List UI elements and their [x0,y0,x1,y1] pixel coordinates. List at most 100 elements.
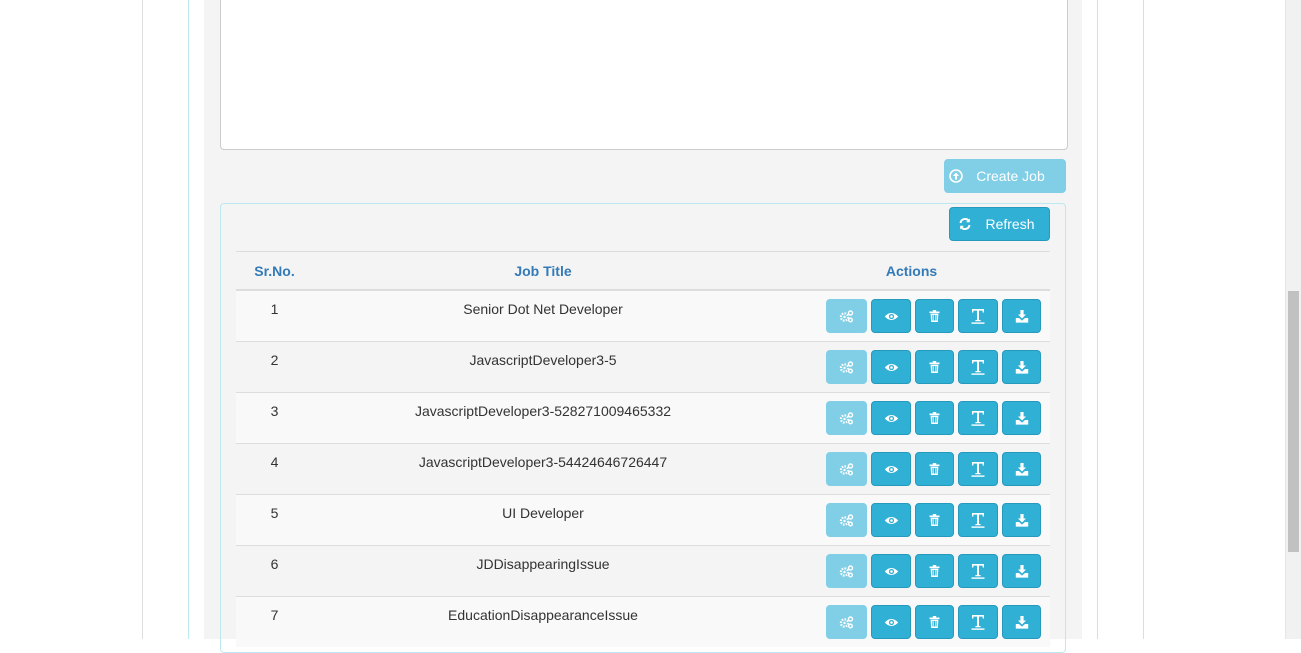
download-icon [1015,564,1029,578]
text-format-button[interactable] [958,350,998,384]
cogs-icon [839,615,854,629]
download-icon [1015,309,1029,323]
cogs-icon [839,513,854,527]
create-job-label: Create Job [976,168,1045,184]
row-srno: 2 [270,352,279,368]
text-icon [971,359,985,375]
trash-icon [929,412,940,424]
view-button[interactable] [871,554,911,588]
configure-button[interactable] [826,299,867,333]
configure-button[interactable] [826,554,867,588]
row-job-title: JavascriptDeveloper3-5 [469,352,617,368]
cogs-icon [839,462,854,476]
column-header-actions: Actions [773,251,1050,291]
download-button[interactable] [1002,503,1041,537]
row-srno: 4 [270,454,279,470]
download-button[interactable] [1002,350,1041,384]
row-job-title: JavascriptDeveloper3-54424646726447 [418,454,668,470]
configure-button[interactable] [826,452,867,486]
view-button[interactable] [871,452,911,486]
cogs-icon [839,309,854,323]
download-icon [1015,411,1029,425]
configure-button[interactable] [826,350,867,384]
text-format-button[interactable] [958,605,998,639]
text-format-button[interactable] [958,554,998,588]
column-header-job-title: Job Title [313,251,773,291]
row-job-title: Senior Dot Net Developer [463,301,623,317]
row-actions [773,444,1050,486]
text-icon [971,512,985,528]
job-description-textarea[interactable] [220,0,1068,150]
view-button[interactable] [871,350,911,384]
trash-icon [929,463,940,475]
download-icon [1015,360,1029,374]
trash-icon [929,361,940,373]
text-format-button[interactable] [958,401,998,435]
row-srno: 6 [270,556,279,572]
trash-icon [929,514,940,526]
delete-button[interactable] [915,503,954,537]
trash-icon [929,310,940,322]
delete-button[interactable] [915,452,954,486]
configure-button[interactable] [826,503,867,537]
upload-circle-icon [949,169,964,183]
refresh-button[interactable]: Refresh [949,207,1050,241]
view-button[interactable] [871,605,911,639]
column-header-srno: Sr.No. [236,251,313,291]
download-button[interactable] [1002,401,1041,435]
table-row: 1 Senior Dot Net Developer [236,289,1050,342]
delete-button[interactable] [915,401,954,435]
row-job-title: EducationDisappearanceIssue [448,607,638,623]
download-button[interactable] [1002,605,1041,639]
eye-icon [884,617,899,628]
view-button[interactable] [871,401,911,435]
configure-button[interactable] [826,605,867,639]
text-icon [971,614,985,630]
table-row: 5 UI Developer [236,494,1050,546]
trash-icon [929,616,940,628]
text-icon [971,461,985,477]
row-actions [773,291,1050,333]
row-job-title: JDDisappearingIssue [476,556,610,572]
view-button[interactable] [871,299,911,333]
row-actions [773,546,1050,588]
row-srno: 1 [270,301,279,317]
cogs-icon [839,360,854,374]
text-format-button[interactable] [958,299,998,333]
delete-button[interactable] [915,554,954,588]
text-icon [971,410,985,426]
delete-button[interactable] [915,350,954,384]
eye-icon [884,362,899,373]
table-row: 2 JavascriptDeveloper3-5 [236,341,1050,393]
table-row: 3 JavascriptDeveloper3-528271009465332 [236,392,1050,444]
table-row: 4 JavascriptDeveloper3-54424646726447 [236,443,1050,495]
cogs-icon [839,564,854,578]
table-header-row: Sr.No. Job Title Actions [236,251,1050,291]
table-row: 6 JDDisappearingIssue [236,545,1050,597]
eye-icon [884,413,899,424]
cogs-icon [839,411,854,425]
download-button[interactable] [1002,554,1041,588]
table-row: 7 EducationDisappearanceIssue [236,596,1050,647]
row-srno: 7 [270,607,279,623]
download-button[interactable] [1002,299,1041,333]
row-srno: 3 [270,403,279,419]
text-icon [971,308,985,324]
create-job-button[interactable]: Create Job [944,159,1066,193]
row-actions [773,495,1050,537]
scrollbar-thumb[interactable] [1288,291,1299,552]
row-actions [773,393,1050,435]
trash-icon [929,565,940,577]
page-scrollbar[interactable] [1285,0,1301,639]
download-button[interactable] [1002,452,1041,486]
eye-icon [884,464,899,475]
text-format-button[interactable] [958,452,998,486]
configure-button[interactable] [826,401,867,435]
text-format-button[interactable] [958,503,998,537]
delete-button[interactable] [915,299,954,333]
jobs-table: Sr.No. Job Title Actions 1 Senior Dot Ne… [236,251,1050,647]
delete-button[interactable] [915,605,954,639]
row-actions [773,342,1050,384]
eye-icon [884,311,899,322]
view-button[interactable] [871,503,911,537]
